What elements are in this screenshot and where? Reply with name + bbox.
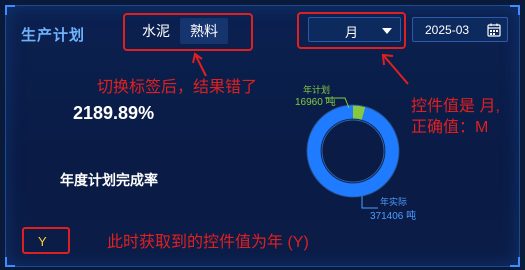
annotation-correct-value: 正确值：M [411, 119, 489, 136]
calendar-icon[interactable] [487, 23, 501, 37]
plan-actual-donut-chart [306, 104, 400, 198]
plan-value: 16960 吨 [295, 97, 336, 108]
donut-slice-plan [352, 105, 366, 120]
annotation-control-value: 控件值是 月, [411, 98, 500, 115]
corner-decoration [5, 5, 15, 15]
corner-decoration [5, 257, 15, 267]
period-select[interactable]: 月 [308, 17, 401, 42]
corner-decoration [510, 5, 520, 15]
caret-down-icon [382, 28, 392, 34]
corner-decoration [510, 257, 520, 267]
annotation-current-value: 此时获取到的控件值为年 (Y) [107, 234, 309, 251]
material-tabs: 水泥 熟料 [132, 18, 228, 44]
actual-value: 371406 吨 [370, 211, 417, 222]
tab-clinker[interactable]: 熟料 [180, 18, 228, 44]
tab-cement[interactable]: 水泥 [132, 18, 180, 44]
period-select-value: 月 [345, 25, 359, 40]
panel-title: 生产计划 [21, 27, 86, 44]
selected-value-box: Y [22, 227, 70, 254]
annotation-tab-switch: 切换标签后，结果错了 [97, 79, 258, 96]
completion-rate-value: 2189.89% [73, 103, 155, 123]
month-date-picker[interactable]: 2025-03 [412, 17, 508, 42]
donut-slice-actual [307, 105, 399, 197]
selected-value-text: Y [38, 234, 47, 249]
completion-rate-label: 年度计划完成率 [60, 172, 158, 188]
date-picker-value: 2025-03 [425, 23, 470, 37]
